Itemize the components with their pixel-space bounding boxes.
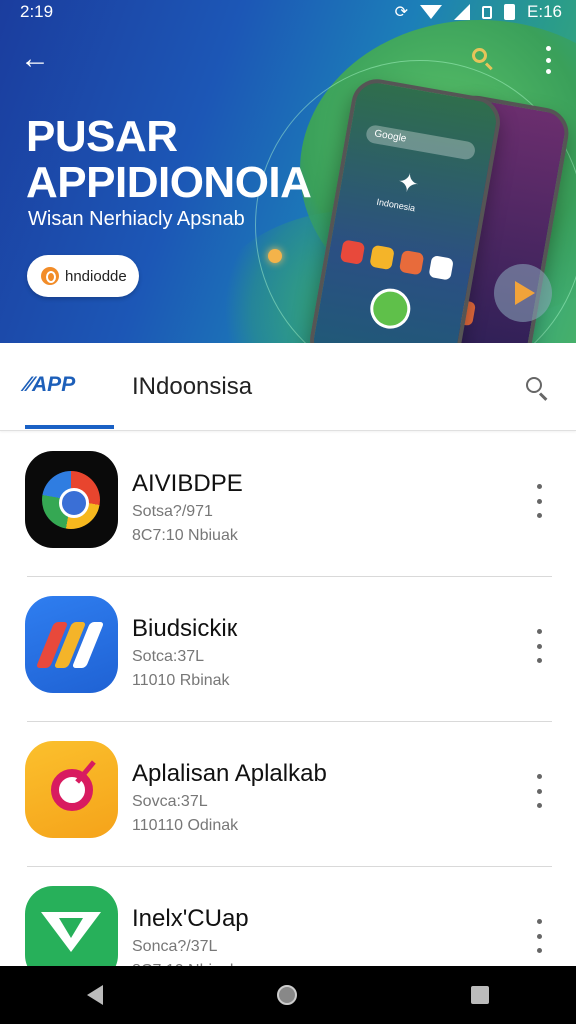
status-time: 2:19 [20, 2, 54, 21]
system-nav-bar [0, 966, 576, 1024]
app-meta: Sovca:37L [132, 793, 208, 810]
phone-app-icon [369, 244, 395, 271]
hero-banner: Google ✦ Indonesia ← PUSAR APPIDIONOIA W… [0, 0, 576, 343]
sync-icon: ⟳ [394, 4, 409, 21]
screen: Google ✦ Indonesia ← PUSAR APPIDIONOIA W… [0, 0, 576, 1024]
phone-app-icon [398, 249, 425, 276]
tab-search-button[interactable] [524, 375, 552, 403]
tab-bar: ⁄⁄APP INdoonsisa [0, 343, 576, 431]
battery-icon [504, 4, 516, 20]
app-meta: Sotca:37L [132, 648, 205, 665]
banner-title: PUSAR APPIDIONOIA [26, 114, 326, 206]
search-icon [472, 48, 487, 63]
phone-logo-icon: ✦ [394, 166, 422, 200]
app-icon [25, 596, 118, 693]
search-icon [526, 377, 542, 393]
signal-icon [454, 4, 471, 20]
tab-app-label: ⁄⁄APP [25, 373, 76, 396]
phone-app-icon [428, 255, 454, 281]
back-button[interactable]: ← [20, 42, 54, 76]
app-icon [25, 741, 118, 838]
item-more-button[interactable] [531, 774, 547, 808]
nav-back-button[interactable] [87, 985, 103, 1005]
nav-recents-button[interactable] [471, 986, 489, 1004]
app-name: Biudsickiк [132, 615, 238, 642]
app-meta: Sonca?/37L [132, 938, 218, 955]
banner-decor-dot [268, 249, 282, 263]
phone-app-icon [339, 239, 366, 265]
play-icon [515, 281, 535, 305]
app-icon [25, 451, 118, 548]
more-options-button[interactable] [538, 46, 558, 74]
notification-icon [482, 5, 493, 19]
more-vert-icon [536, 629, 542, 634]
phone-app-grid [339, 239, 454, 281]
chip-icon [41, 267, 59, 285]
more-vert-icon [545, 46, 551, 51]
banner-title-line2: APPIDIONOIA [26, 158, 312, 207]
status-icons: ⟳ E:16 [395, 2, 562, 22]
app-meta: 11010 Rbinak [132, 672, 230, 689]
app-name: Aplalisan Aplalkab [132, 760, 327, 787]
item-more-button[interactable] [531, 629, 547, 663]
nav-home-button[interactable] [277, 985, 297, 1005]
tab-app[interactable]: ⁄⁄APP [25, 373, 115, 429]
list-item[interactable]: Biudsickiк Sotca:37L 11010 Rbinak [0, 577, 576, 722]
tab-indonesia[interactable]: INdoonsisa [132, 373, 252, 401]
more-vert-icon [536, 774, 542, 779]
phone-caption: Indonesia [375, 196, 416, 214]
wifi-icon [420, 5, 443, 19]
arrow-left-icon: ← [20, 42, 50, 75]
banner-subtitle: Wisan Nerhiacly Apsnab [28, 208, 245, 230]
app-meta: 8C7:10 Nbiuak [132, 527, 238, 544]
list-item[interactable]: Aplalisan Aplalkab Sovca:37L 110110 Odin… [0, 722, 576, 867]
search-button[interactable] [470, 46, 496, 72]
more-vert-icon [536, 484, 542, 489]
app-name: AIVIBDPE [132, 470, 243, 497]
phone-search-bar: Google [364, 123, 477, 161]
chip-label: hndiodde [65, 267, 127, 285]
phone-app-icon [367, 285, 414, 332]
app-meta: 110110 Odinak [132, 817, 239, 834]
status-text: E:16 [527, 2, 562, 21]
status-bar: 2:19 ⟳ E:16 [0, 0, 576, 24]
banner-chip-button[interactable]: hndiodde [27, 255, 139, 297]
item-more-button[interactable] [531, 484, 547, 518]
banner-title-line1: PUSAR [26, 112, 178, 161]
more-vert-icon [536, 919, 542, 924]
app-meta: Sotsa?/971 [132, 503, 213, 520]
list-item[interactable]: AIVIBDPE Sotsa?/971 8C7:10 Nbiuak [0, 432, 576, 577]
item-more-button[interactable] [531, 919, 547, 953]
app-list: AIVIBDPE Sotsa?/971 8C7:10 Nbiuak Biudsi… [0, 432, 576, 1012]
play-button[interactable] [494, 264, 552, 322]
app-name: Inelx'CUap [132, 905, 249, 932]
tab-active-indicator [25, 425, 114, 429]
